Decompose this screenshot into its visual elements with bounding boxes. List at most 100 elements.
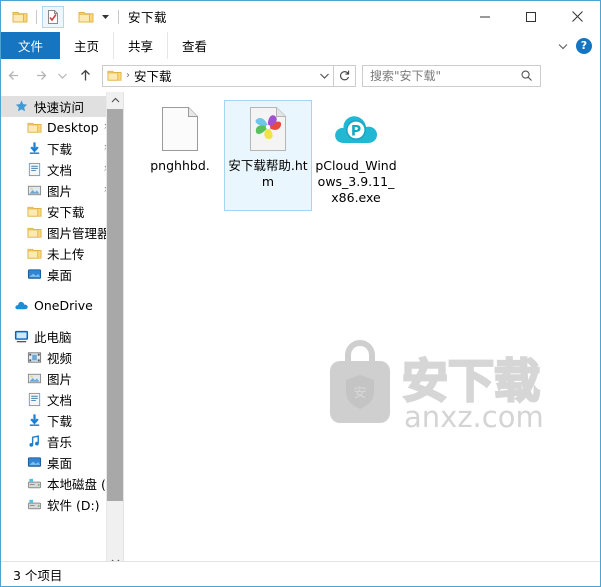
sidebar-item-12[interactable]: 图片 [1,368,114,389]
documents-icon [26,392,43,407]
sidebar-item-17[interactable]: 本地磁盘 (C [1,473,115,494]
sidebar-item-8[interactable]: 桌面 [1,264,114,285]
this-pc-icon [13,329,30,344]
quick-access-toolbar: 安下载 [1,5,168,28]
tab-view[interactable]: 查看 [167,32,221,59]
toolbar-separator [36,9,37,24]
sidebar-item-0[interactable]: 快速访问 [1,96,114,117]
blank-document-icon [156,105,204,153]
folder-icon [26,120,43,135]
sidebar-item-1[interactable]: Desktop [1,117,114,138]
explorer-body: 快速访问 Desktop 下载 文档 图片 安下载 图片管理器 未上传 桌面 OneDrive 此电… [1,92,600,570]
site-watermark: 安 安下载 anxz.com [320,339,542,434]
file-list-pane[interactable]: pnghhbd. 安下载帮助.htm P pCloud_Windows_3.9.… [124,92,600,570]
tab-file[interactable]: 文件 [1,32,61,59]
sidebar-item-label: 桌面 [47,456,73,471]
watermark-cn-text: 安下载 [402,354,540,408]
sidebar-item-6[interactable]: 图片管理器 [1,222,114,243]
file-item-pnghhbd[interactable]: pnghhbd. [136,100,224,211]
chevron-down-icon[interactable] [554,37,572,55]
sidebar-item-label: 文档 [47,163,73,178]
file-item-pcloud-installer[interactable]: P pCloud_Windows_3.9.11_x86.exe [312,100,400,211]
sidebar-item-label: 文档 [47,393,73,408]
window-title: 安下载 [128,10,168,25]
sidebar-item-label: 安下载 [47,205,85,220]
file-item-anxiazai-help[interactable]: 安下载帮助.htm [224,100,312,211]
recent-locations-icon[interactable] [53,63,72,89]
sidebar-item-label: 快速访问 [34,100,85,115]
breadcrumb-folder-icon [107,68,122,83]
sidebar-item-label: 未上传 [47,247,85,262]
html-pinwheel-icon [244,105,292,153]
sidebar-item-7[interactable]: 未上传 [1,243,114,264]
breadcrumb-separator[interactable]: › [126,70,130,81]
file-grid: pnghhbd. 安下载帮助.htm P pCloud_Windows_3.9.… [136,100,400,211]
breadcrumb[interactable]: 安下载 [134,66,172,85]
file-explorer-window: 安下载 文件 主页 共享 查看 ? › 安下载 搜索"安下载" 快速访问 Des… [0,0,601,587]
pin-star-icon [13,99,30,114]
svg-text:安: 安 [353,386,366,401]
sidebar-item-label: OneDrive [34,298,93,313]
maximize-button[interactable] [508,1,554,32]
sidebar-item-label: 图片 [47,372,73,387]
scroll-up-button[interactable] [107,92,123,109]
sidebar-item-14[interactable]: 下载 [1,410,114,431]
search-input[interactable]: 搜索"安下载" [363,67,520,84]
sidebar-item-13[interactable]: 文档 [1,389,114,410]
sidebar-item-3[interactable]: 文档 [1,159,114,180]
item-count-label: 3 个项目 [13,567,63,583]
pictures-icon [26,371,43,386]
folder-icon [26,204,43,219]
sidebar-item-label: 下载 [47,414,73,429]
back-button[interactable] [1,63,27,89]
folder-icon[interactable] [9,6,31,28]
watermark-en-text: anxz.com [404,400,542,434]
help-icon[interactable]: ? [576,37,592,54]
sidebar-item-16[interactable]: 桌面 [1,452,114,473]
sidebar-item-18[interactable]: 软件 (D:) [1,494,114,515]
sidebar-item-11[interactable]: 视频 [1,347,114,368]
address-field[interactable]: › 安下载 [102,64,334,87]
documents-icon [26,162,43,177]
sidebar-item-4[interactable]: 图片 [1,180,114,201]
customize-dropdown-icon[interactable] [97,6,113,28]
navigation-scrollbar[interactable] [106,92,123,570]
sidebar-item-5[interactable]: 安下载 [1,201,114,222]
sidebar-item-label: 下载 [47,142,73,157]
address-bar: › 安下载 搜索"安下载" [1,59,600,92]
onedrive-cloud-icon [13,298,30,313]
toolbar-separator-3 [118,9,119,24]
tab-share[interactable]: 共享 [113,32,167,59]
forward-button[interactable] [27,63,53,89]
status-bar: 3 个项目 [1,561,600,586]
tab-home[interactable]: 主页 [60,32,113,59]
sidebar-item-label: 视频 [47,351,73,366]
sidebar-item-15[interactable]: 音乐 [1,431,114,452]
sidebar-item-10[interactable]: 此电脑 [1,326,114,347]
up-button[interactable] [72,63,98,89]
downloads-icon [26,413,43,428]
music-icon [26,434,43,449]
downloads-icon [26,141,43,156]
minimize-button[interactable] [462,1,508,32]
properties-icon[interactable] [42,5,64,28]
desktop-icon [26,267,43,282]
scrollbar-thumb[interactable] [107,109,123,501]
search-box[interactable]: 搜索"安下载" [362,64,541,87]
search-icon [520,69,540,82]
pcloud-icon: P [332,105,380,153]
title-bar: 安下载 [1,1,600,32]
sidebar-item-2[interactable]: 下载 [1,138,114,159]
close-button[interactable] [554,1,600,32]
pictures-icon [26,183,43,198]
folder-icon [26,246,43,261]
file-name: pnghhbd. [150,158,210,173]
sidebar-item-9[interactable]: OneDrive [1,295,114,316]
sidebar-item-label: 图片 [47,184,73,199]
address-dropdown-icon[interactable] [315,66,333,86]
new-folder-icon[interactable] [75,6,97,28]
refresh-button[interactable] [334,64,356,87]
sidebar-item-label: 音乐 [47,435,73,450]
